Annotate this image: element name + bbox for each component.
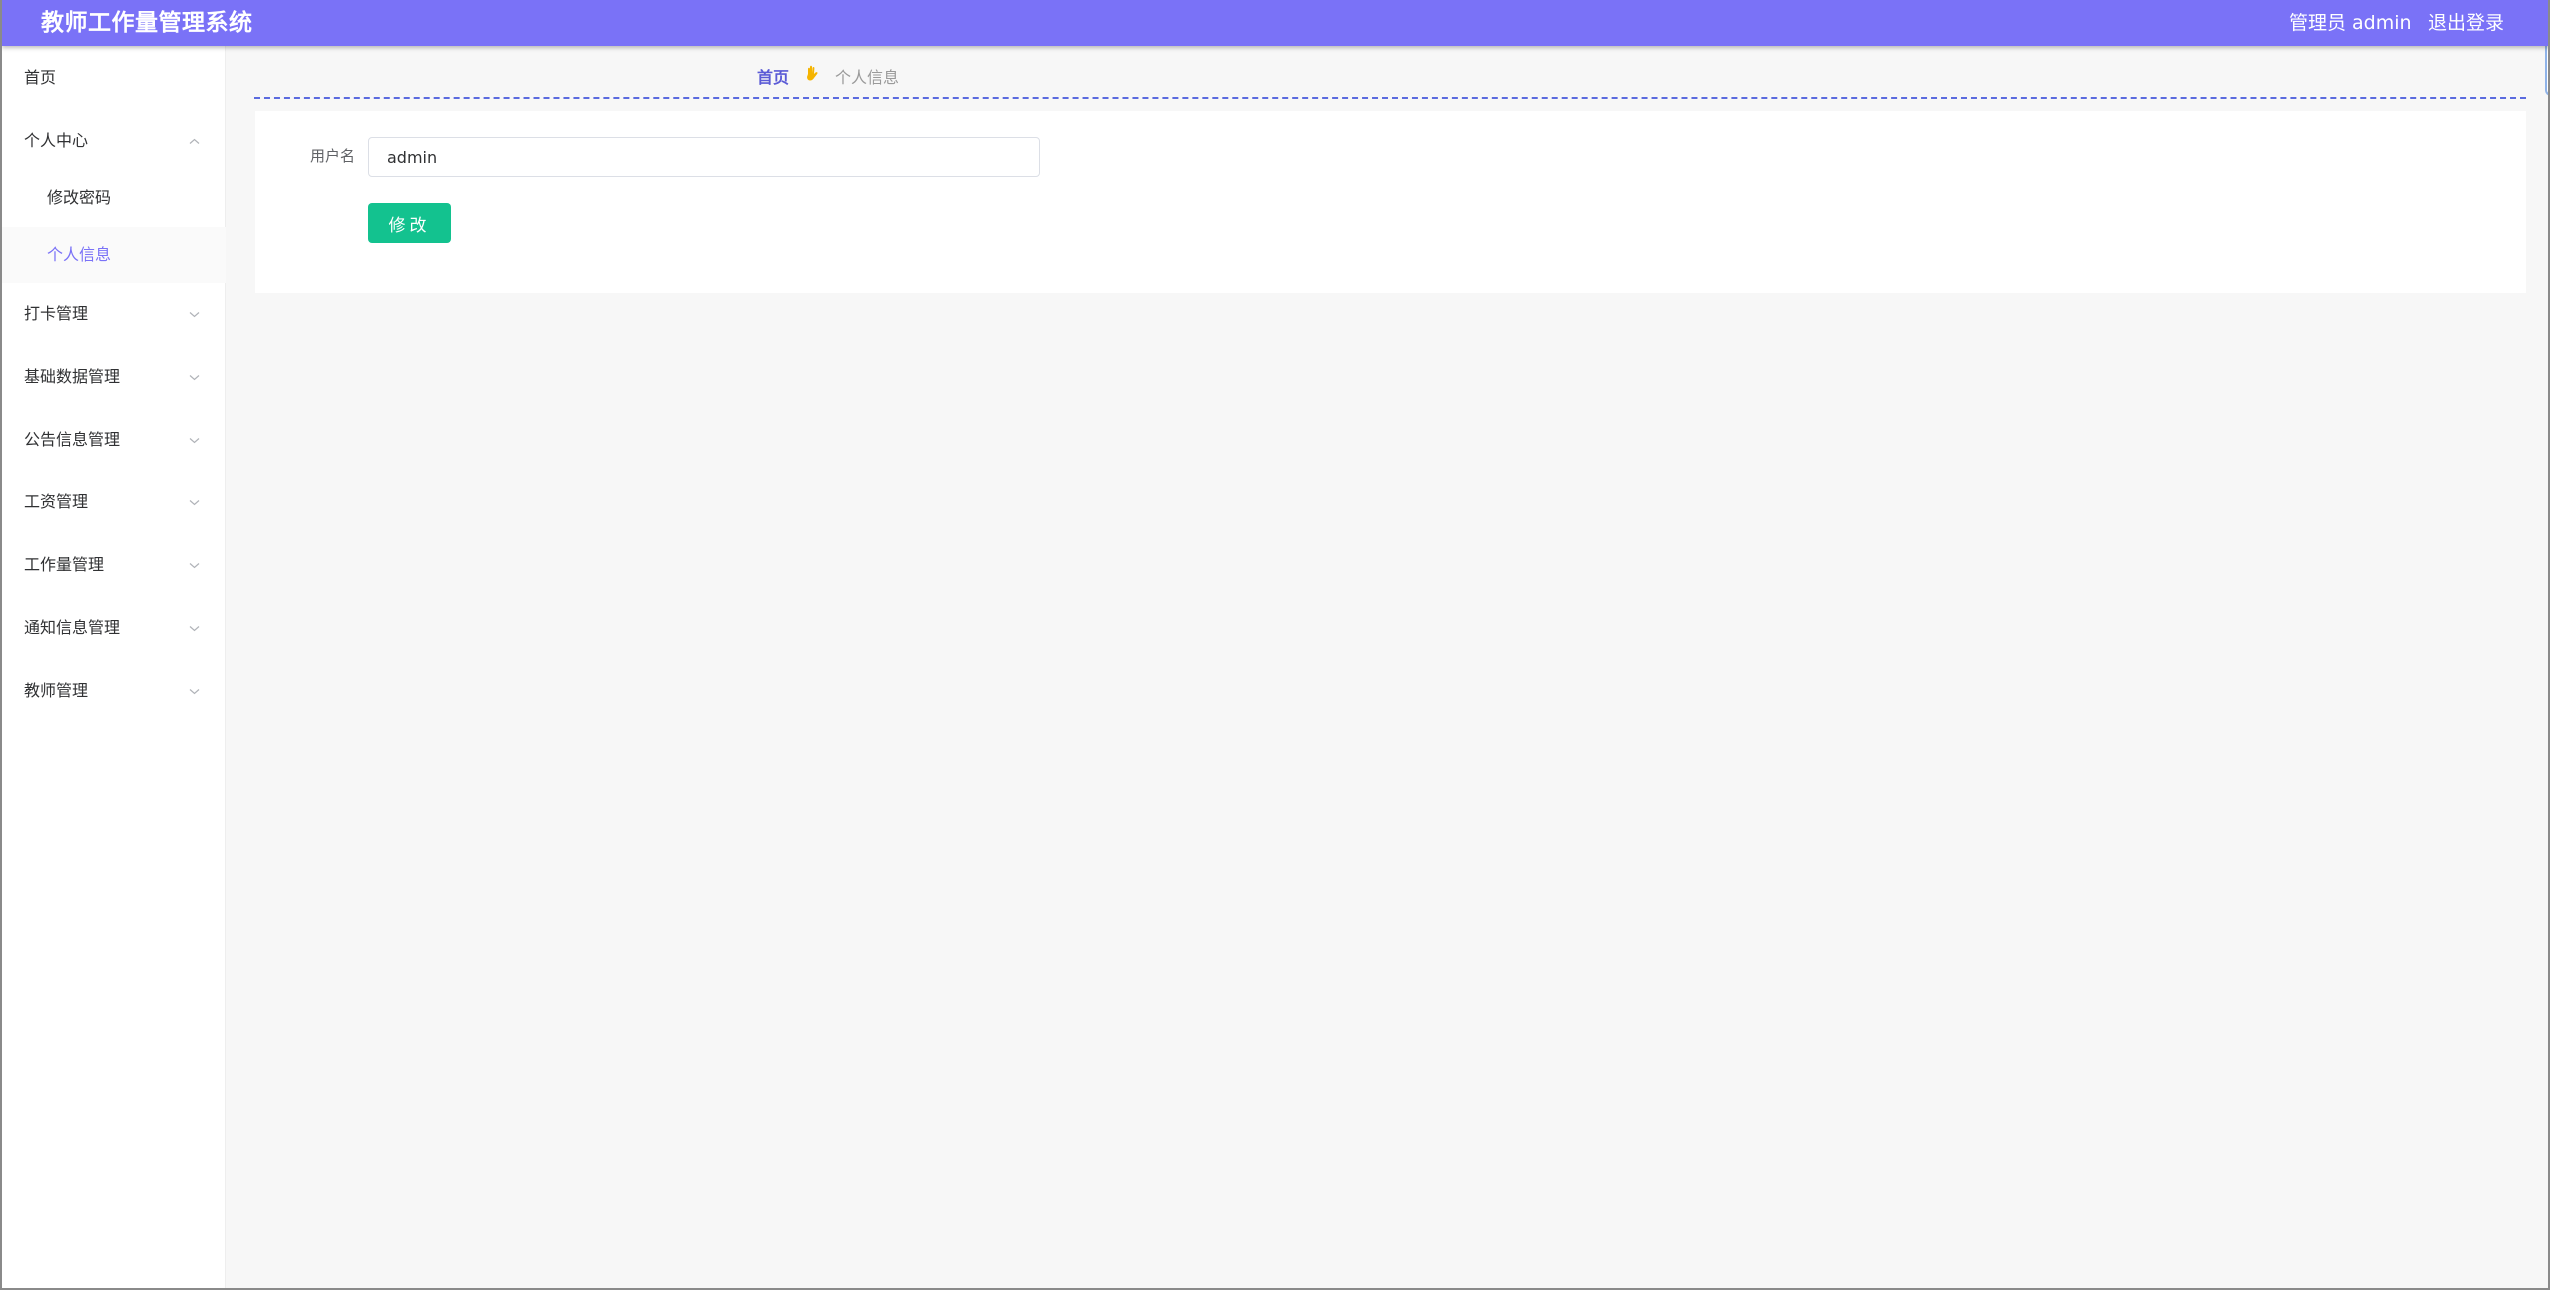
sidebar-item-label: 基础数据管理	[24, 367, 121, 386]
app-title: 教师工作量管理系统	[41, 10, 253, 36]
sidebar-item-change-password[interactable]: 修改密码	[2, 172, 226, 224]
chevron-up-icon	[189, 136, 200, 147]
sidebar-item-label: 通知信息管理	[24, 618, 121, 637]
sidebar-item-workload[interactable]: 工作量管理	[2, 539, 226, 591]
username-input[interactable]	[368, 137, 1040, 177]
sidebar-item-label: 工资管理	[24, 492, 89, 511]
sidebar-item-personal-info[interactable]: 个人信息	[2, 227, 226, 283]
sidebar-item-salary[interactable]: 工资管理	[2, 476, 226, 528]
username-label: 用户名	[309, 147, 355, 165]
top-header: 教师工作量管理系统 管理员 admin 退出登录	[2, 0, 2548, 46]
sidebar-item-notifications[interactable]: 通知信息管理	[2, 602, 226, 654]
sidebar-item-personal-center[interactable]: 个人中心	[2, 115, 226, 167]
chevron-down-icon	[189, 623, 200, 634]
save-button[interactable]: 修改	[368, 203, 451, 243]
app-window: 教师工作量管理系统 管理员 admin 退出登录 首页 个人中心 修改密码 个人…	[0, 0, 2550, 1290]
sidebar-menu: 首页 个人中心 修改密码 个人信息 打卡管理 基础数据管理 公告信息管理 工资管…	[2, 46, 226, 1288]
sidebar-item-label: 教师管理	[24, 681, 89, 700]
sidebar-item-label: 打卡管理	[24, 304, 89, 323]
sidebar-item-label: 个人信息	[47, 245, 112, 264]
sidebar-item-label: 工作量管理	[24, 555, 105, 574]
sidebar-item-label: 个人中心	[24, 131, 89, 150]
sidebar-item-teachers[interactable]: 教师管理	[2, 665, 226, 717]
sidebar-item-label: 公告信息管理	[24, 430, 121, 449]
chevron-down-icon	[189, 372, 200, 383]
breadcrumb-divider	[254, 97, 2526, 99]
hand-icon	[803, 65, 821, 87]
sidebar-item-label: 首页	[24, 68, 57, 87]
chevron-down-icon	[189, 560, 200, 571]
logout-link[interactable]: 退出登录	[2428, 10, 2504, 36]
sidebar-item-attendance[interactable]: 打卡管理	[2, 288, 226, 340]
breadcrumb-current: 个人信息	[835, 68, 900, 87]
side-handle[interactable]	[2545, 40, 2548, 96]
chevron-down-icon	[189, 309, 200, 320]
current-user-label: 管理员 admin	[2289, 12, 2412, 34]
chevron-down-icon	[189, 686, 200, 697]
breadcrumb-home-link[interactable]: 首页	[757, 64, 789, 88]
sidebar-item-base-data[interactable]: 基础数据管理	[2, 351, 226, 403]
chevron-down-icon	[189, 435, 200, 446]
sidebar-item-announcements[interactable]: 公告信息管理	[2, 414, 226, 466]
sidebar-item-label: 修改密码	[47, 188, 112, 207]
chevron-down-icon	[189, 497, 200, 508]
breadcrumb: 首页 个人信息	[757, 64, 899, 88]
sidebar-item-home[interactable]: 首页	[2, 52, 226, 104]
